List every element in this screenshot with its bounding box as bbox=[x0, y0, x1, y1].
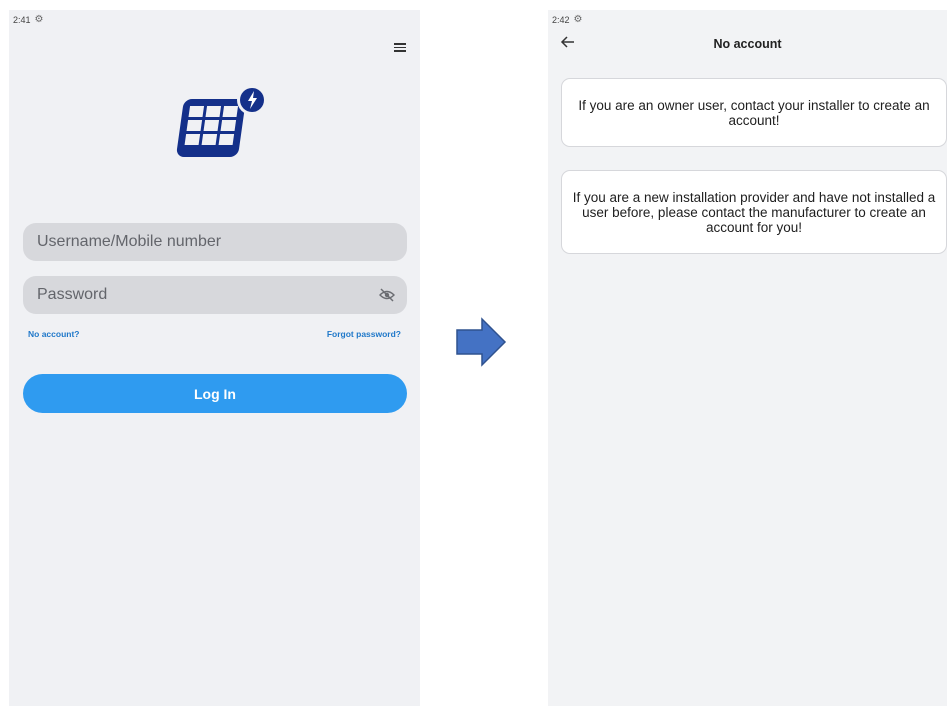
status-bar: 2:42 ⚙ bbox=[552, 14, 583, 25]
gear-icon: ⚙ bbox=[34, 14, 44, 25]
password-placeholder: Password bbox=[37, 286, 108, 303]
status-time: 2:42 bbox=[552, 14, 570, 25]
hamburger-menu-icon[interactable] bbox=[394, 43, 406, 52]
forgot-password-link[interactable]: Forgot password? bbox=[327, 329, 401, 339]
username-input[interactable]: Username/Mobile number bbox=[23, 223, 407, 261]
no-account-screen: 2:42 ⚙ No account If you are an owner us… bbox=[548, 10, 947, 706]
owner-info-text: If you are an owner user, contact your i… bbox=[578, 97, 930, 128]
status-time: 2:41 bbox=[13, 14, 31, 25]
eye-off-icon[interactable] bbox=[379, 288, 395, 302]
page-title: No account bbox=[713, 37, 782, 51]
solar-panel-logo bbox=[176, 85, 267, 157]
password-input[interactable]: Password bbox=[23, 276, 407, 314]
login-screen: 2:41 ⚙ Username/Mobile number Password N… bbox=[9, 10, 420, 706]
username-placeholder: Username/Mobile number bbox=[37, 233, 222, 250]
login-button[interactable]: Log In bbox=[23, 374, 407, 413]
installer-info-card: If you are a new installation provider a… bbox=[561, 170, 947, 254]
gear-icon: ⚙ bbox=[573, 14, 583, 25]
installer-info-text: If you are a new installation provider a… bbox=[572, 189, 936, 235]
right-arrow-icon bbox=[456, 317, 507, 367]
owner-info-card: If you are an owner user, contact your i… bbox=[561, 78, 947, 147]
status-bar: 2:41 ⚙ bbox=[13, 14, 44, 25]
no-account-link[interactable]: No account? bbox=[28, 329, 79, 339]
